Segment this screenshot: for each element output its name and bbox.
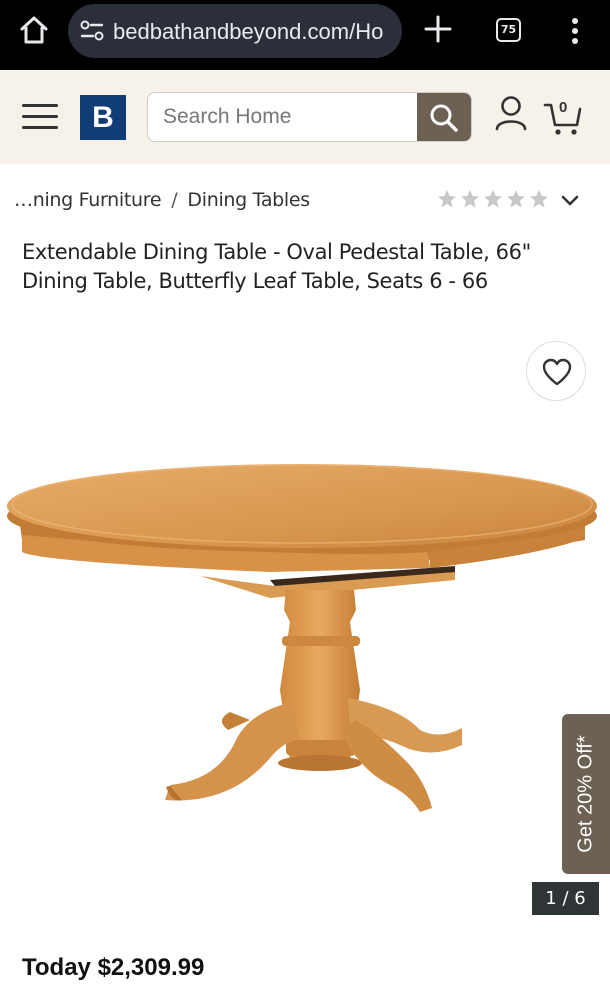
- promo-tab[interactable]: Get 20% Off*: [562, 714, 610, 874]
- search-input[interactable]: [148, 93, 418, 141]
- search-icon: [430, 104, 458, 132]
- favorite-button[interactable]: [526, 341, 586, 401]
- cart-button[interactable]: 0: [543, 97, 583, 137]
- cart-count: 0: [559, 99, 568, 116]
- url-text[interactable]: bedbathandbeyond.com/Ho: [113, 19, 383, 45]
- product-price: Today $2,309.99: [22, 954, 205, 981]
- account-icon[interactable]: [494, 95, 528, 131]
- product-image-table: [7, 464, 597, 812]
- chevron-down-icon[interactable]: [561, 194, 579, 208]
- rating-stars[interactable]: [437, 189, 549, 211]
- heart-icon: [542, 358, 572, 386]
- star-icon: [461, 190, 479, 208]
- address-bar[interactable]: bedbathandbeyond.com/Ho: [68, 4, 402, 58]
- search-box: [147, 92, 472, 142]
- more-menu-icon[interactable]: [566, 16, 584, 46]
- browser-toolbar: bedbathandbeyond.com/Ho 75: [0, 0, 610, 70]
- breadcrumb-separator: /: [171, 189, 178, 211]
- product-title: Extendable Dining Table - Oval Pedestal …: [22, 240, 531, 293]
- logo-letter: B: [92, 101, 114, 134]
- star-icon: [438, 190, 456, 208]
- menu-hamburger-icon[interactable]: [22, 104, 58, 130]
- star-icon: [484, 190, 502, 208]
- site-info-icon[interactable]: [80, 20, 104, 42]
- image-counter: 1 / 6: [532, 882, 599, 915]
- star-icon: [530, 190, 548, 208]
- tab-switcher-icon[interactable]: 75: [496, 18, 521, 42]
- home-icon[interactable]: [18, 14, 50, 46]
- new-tab-icon[interactable]: [423, 14, 453, 44]
- breadcrumb-item-furniture[interactable]: …ning Furniture: [14, 189, 162, 211]
- site-logo[interactable]: B: [80, 95, 126, 140]
- breadcrumb-item-dining-tables[interactable]: Dining Tables: [187, 189, 310, 211]
- star-icon: [507, 190, 525, 208]
- tab-count: 75: [500, 23, 517, 36]
- breadcrumb: …ning Furniture / Dining Tables: [14, 189, 310, 211]
- search-button[interactable]: [417, 93, 471, 141]
- promo-tab-label: Get 20% Off*: [574, 735, 597, 853]
